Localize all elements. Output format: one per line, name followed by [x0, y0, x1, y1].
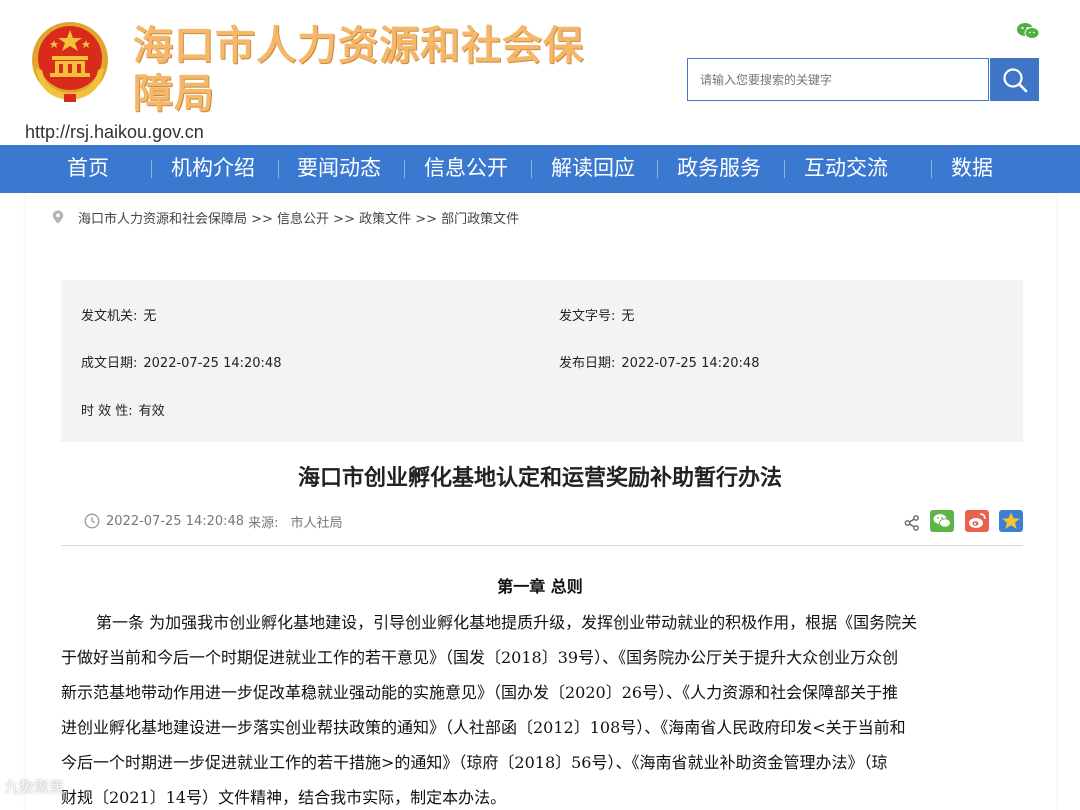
article-source-label: 来源: — [248, 515, 279, 531]
nav-item-disclosure[interactable]: 信息公开 — [424, 145, 508, 193]
nav-item-about[interactable]: 机构介绍 — [171, 145, 255, 193]
wechat-share-icon[interactable] — [930, 510, 954, 532]
site-title[interactable]: 海口市人力资源和社会保障局 — [133, 22, 613, 118]
wechat-icon[interactable] — [1016, 22, 1040, 40]
document-title: 海口市创业孵化基地认定和运营奖励补助暂行办法 — [297, 466, 782, 491]
article-datetime: 2022-07-25 14:20:48 — [106, 513, 245, 529]
chapter-heading: 第一章 总则 — [497, 577, 583, 596]
article-source: 市人社局 — [290, 515, 343, 531]
nav-item-news[interactable]: 要闻动态 — [297, 145, 381, 193]
article-line: 第一条 为加强我市创业孵化基地建设，引导创业孵化基地提质升级，发挥创业带动就业的… — [96, 613, 918, 632]
page: 海口市人力资源和社会保障局 http://rsj.haikou.gov.cn 首… — [0, 0, 1080, 810]
breadcrumb: 海口市人力资源和社会保障局 >> 信息公开 >> 政策文件 >> 部门政策文件 — [52, 208, 519, 227]
meta-issuer: 发文机关: 无 — [81, 305, 156, 324]
article-line: 进创业孵化基地建设进一步落实创业帮扶政策的通知》（人社部函〔2012〕108号）… — [61, 718, 906, 737]
meta-published-date: 发布日期: 2022-07-25 14:20:48 — [559, 352, 759, 371]
article-line: 财规〔2021〕14号）文件精神，结合我市实际，制定本办法。 — [61, 788, 507, 807]
site-header: 海口市人力资源和社会保障局 http://rsj.haikou.gov.cn — [0, 0, 1080, 145]
nav-separator — [151, 160, 152, 178]
nav-separator — [404, 160, 405, 178]
nav-item-interpretation[interactable]: 解读回应 — [551, 145, 635, 193]
search-input[interactable] — [688, 59, 988, 100]
site-url[interactable]: http://rsj.haikou.gov.cn — [25, 122, 204, 143]
meta-doc-number: 发文字号: 无 — [559, 305, 634, 324]
search-icon — [1002, 67, 1027, 92]
article-line: 今后一个时期进一步促进就业工作的若干措施>的通知》（琼府〔2018〕56号）、《… — [61, 753, 888, 772]
meta-validity-label: 时 效 性: — [81, 404, 133, 419]
main-nav: 首页 机构介绍 要闻动态 信息公开 解读回应 政务服务 互动交流 数据 — [0, 145, 1080, 193]
meta-created-value: 2022-07-25 14:20:48 — [143, 356, 282, 371]
meta-published-value: 2022-07-25 14:20:48 — [621, 356, 760, 371]
article-info: 2022-07-25 14:20:48 来源: 市人社局 — [84, 512, 343, 531]
share-icon[interactable] — [903, 512, 921, 534]
nav-item-home[interactable]: 首页 — [67, 145, 109, 193]
meta-doc-number-value: 无 — [621, 309, 635, 324]
meta-created-date: 成文日期: 2022-07-25 14:20:48 — [81, 352, 281, 371]
search-button[interactable] — [990, 58, 1039, 101]
meta-issuer-value: 无 — [143, 309, 157, 324]
nav-separator — [278, 160, 279, 178]
location-pin-icon — [52, 210, 64, 224]
meta-issuer-label: 发文机关: — [81, 309, 138, 324]
nav-separator — [657, 160, 658, 178]
national-emblem-icon[interactable] — [30, 20, 110, 104]
meta-published-label: 发布日期: — [559, 356, 616, 371]
article-line: 于做好当前和今后一个时期促进就业工作的若干意见》（国发〔2018〕39号）、《国… — [61, 648, 899, 667]
watermark: 九数聚焦 — [4, 778, 65, 796]
search-box — [687, 58, 989, 101]
qzone-share-icon[interactable] — [999, 510, 1023, 532]
nav-separator — [784, 160, 785, 178]
nav-separator — [531, 160, 532, 178]
breadcrumb-text[interactable]: 海口市人力资源和社会保障局 >> 信息公开 >> 政策文件 >> 部门政策文件 — [78, 208, 519, 227]
title-divider — [61, 545, 1023, 546]
clock-icon — [84, 513, 100, 529]
nav-item-services[interactable]: 政务服务 — [677, 145, 761, 193]
nav-item-interaction[interactable]: 互动交流 — [804, 145, 888, 193]
nav-separator — [931, 160, 932, 178]
meta-doc-number-label: 发文字号: — [559, 309, 616, 324]
meta-created-label: 成文日期: — [81, 356, 138, 371]
nav-item-data[interactable]: 数据 — [951, 145, 993, 193]
meta-validity: 时 效 性: 有效 — [81, 400, 165, 419]
weibo-share-icon[interactable] — [965, 510, 989, 532]
meta-validity-value: 有效 — [138, 404, 165, 419]
article-line: 新示范基地带动作用进一步促改革稳就业强动能的实施意见》（国办发〔2020〕26号… — [61, 683, 899, 702]
